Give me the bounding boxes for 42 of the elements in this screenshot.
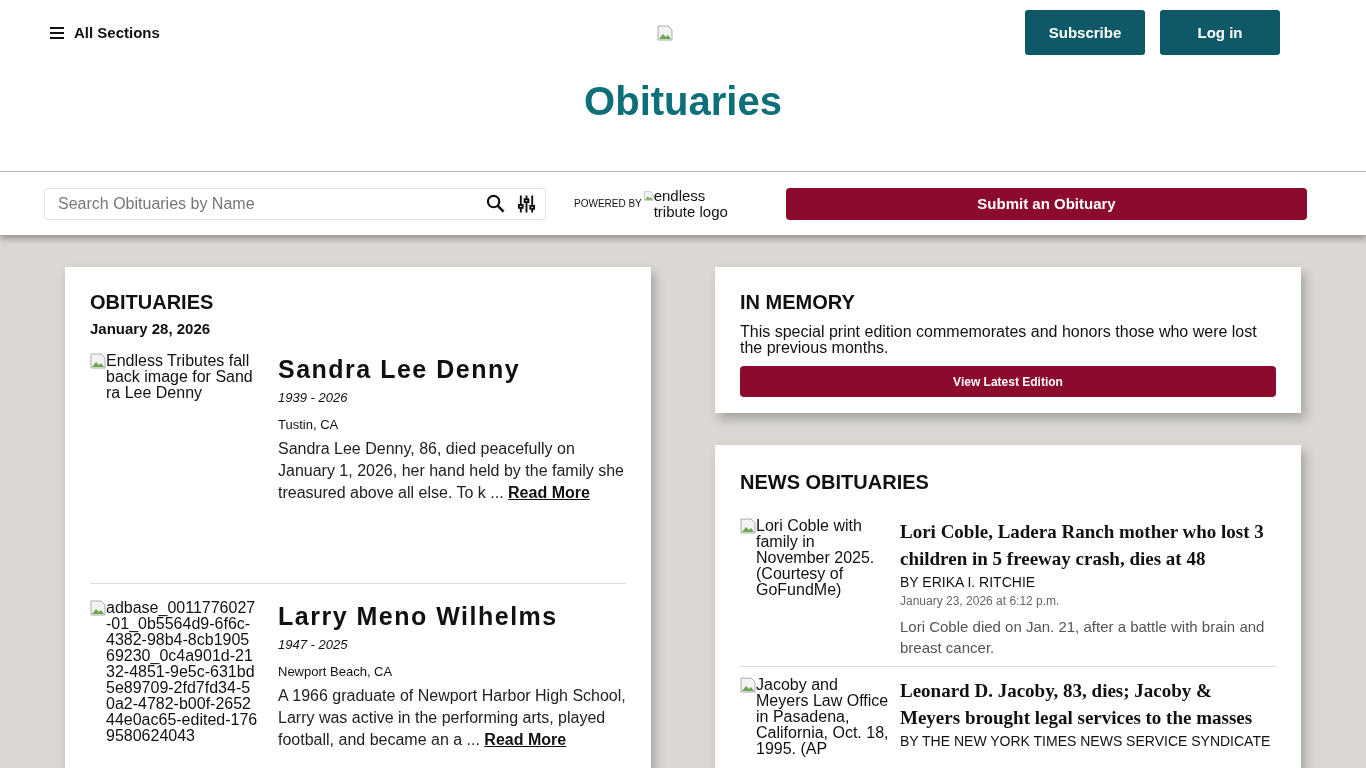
broken-image-icon [657,24,673,41]
page-title: Obituaries [583,79,783,124]
obituary-name: Larry Meno Wilhelms [278,602,559,631]
obituary-excerpt: A 1966 graduate of Newport Harbor High School, Larry was active in the performing arts, played football, and became an a ... Read More [278,686,626,750]
powered-by-label: POWERED BY [574,198,642,209]
view-latest-edition-button[interactable]: View Latest Edition [740,366,1276,397]
read-more-link[interactable]: Read More [484,731,567,748]
broken-image-icon [90,353,106,369]
news-date: January 23, 2026 at 6:12 p.m. [900,594,1061,608]
obituary-years: 1947 - 2025 [278,637,349,652]
image-alt-text: Endless Tributes fallback image for Sandra Lee Denny [106,353,254,401]
obituary-years: 1939 - 2026 [278,390,349,405]
image-alt-text: adbase_0011776027-01_0b5564d9-6f6c-4382-98b4-8cb190569230_0c4a901d-2132-4851-9e5c-631bd5e89709-2fd7fd34-50a2-4782-b00f-265244e0ac65-edited-1769580624043 [106,600,258,744]
obituary-name: Sandra Lee Denny [278,355,522,384]
in-memory-text: This special print edition commemorates and honors those who were lost the previous months. [740,324,1258,356]
header-button[interactable]: Log in [1160,10,1280,55]
obituary-location: Tustin, CA [278,417,340,432]
broken-image-icon [740,518,756,534]
all-sections-menu[interactable]: All Sections [50,24,470,41]
search-icon[interactable] [486,193,505,213]
news-headline-link[interactable]: Lori Coble, Ladera Ranch mother who lost 3 children in 5 freeway crash, dies at 48 [900,518,1276,572]
read-more-link[interactable]: Read More [508,484,590,501]
section-heading: NEWS OBITUARIES [740,471,930,494]
search-field[interactable]: Search Obituaries by Name [44,187,546,220]
news-summary: Lori Coble died on Jan. 21, after a battle with brain and breast cancer. [900,617,1266,658]
section-heading: OBITUARIES [90,291,215,314]
logo-alt-text: endless tribute logo [653,187,729,220]
section-date: January 28, 2026 [90,320,212,337]
obituary-location: Newport Beach, CA [278,664,394,679]
news-byline: BY ERIKA I. RITCHIE [900,574,1037,590]
header-button[interactable]: Subscribe [1025,10,1145,55]
menu-icon[interactable] [50,26,64,39]
section-heading: IN MEMORY [740,291,856,314]
broken-image-icon [740,677,756,693]
image-alt-text: Lori Coble with family in November 2025. (Courtesy of GoFundMe) [756,518,876,598]
news-headline-link[interactable]: Leonard D. Jacoby, 83, dies; Jacoby & Meyers brought legal services to the masses [900,677,1276,731]
obituary-excerpt: Sandra Lee Denny, 86, died peacefully on January 1, 2026, her hand held by the family she treasured above all else. To k ... Read More [278,439,625,503]
submit-obituary-button[interactable]: Submit an Obituary [786,187,1307,220]
broken-image-icon [90,600,106,616]
news-byline: BY THE NEW YORK TIMES NEWS SERVICE SYNDICATE [900,733,1272,749]
image-alt-text: Jacoby and Meyers Law Office in Pasadena, California, Oct. 18, 1995. (AP [756,677,890,757]
filter-sliders-icon[interactable] [517,193,536,214]
